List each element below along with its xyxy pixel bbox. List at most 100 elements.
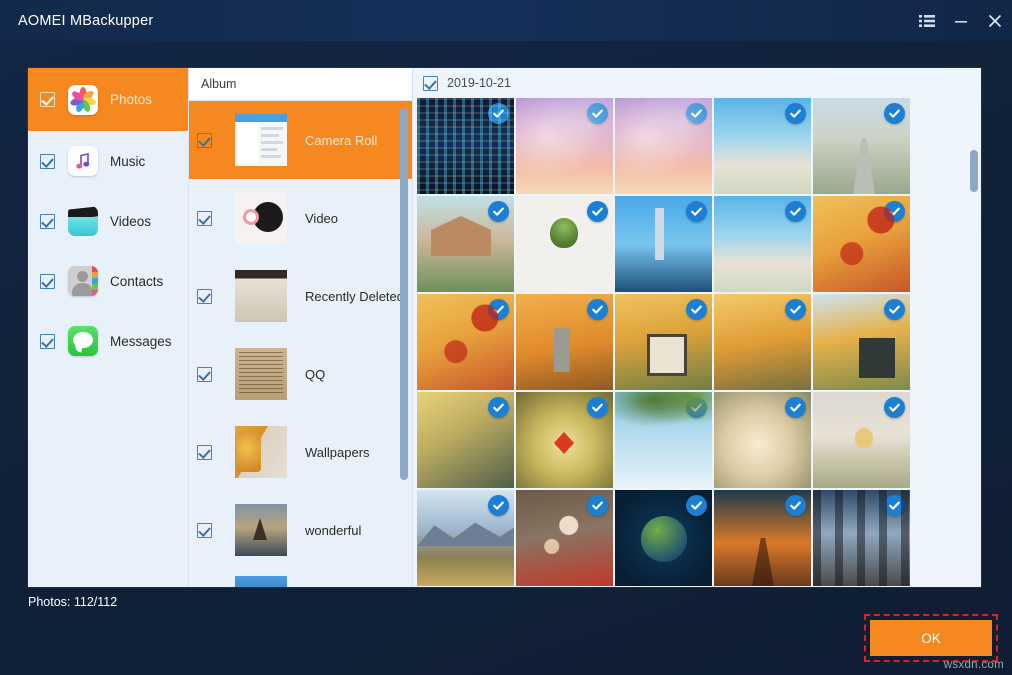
photo-thumbnail[interactable] [813,392,910,488]
sidebar-item-photos[interactable]: Photos [28,68,188,131]
photo-selected-check-icon[interactable] [488,495,509,516]
photo-selected-check-icon[interactable] [686,103,707,124]
photo-selected-check-icon[interactable] [587,103,608,124]
photo-thumbnail[interactable] [417,490,514,586]
album-thumbnail [235,192,287,244]
photo-thumbnail[interactable] [813,294,910,390]
photo-selected-check-icon[interactable] [488,299,509,320]
photo-selected-check-icon[interactable] [785,103,806,124]
photo-selected-check-icon[interactable] [587,299,608,320]
music-note-icon [76,152,90,170]
photo-selected-check-icon[interactable] [884,103,905,124]
photo-thumbnail[interactable] [516,392,613,488]
photo-selected-check-icon[interactable] [785,397,806,418]
photo-selected-check-icon[interactable] [587,495,608,516]
photo-thumbnail[interactable] [714,392,811,488]
sidebar-item-messages[interactable]: Messages [28,311,188,371]
date-group-label: 2019-10-21 [447,76,511,90]
photo-thumbnail[interactable] [417,98,514,194]
photo-thumbnail[interactable] [516,98,613,194]
album-thumbnail [235,270,287,322]
photo-thumbnail[interactable] [516,196,613,292]
photo-selected-check-icon[interactable] [884,495,905,516]
date-group-checkbox[interactable] [423,76,438,91]
sidebar-item-label: Music [110,154,145,169]
album-item-camera-roll[interactable]: Camera Roll [189,101,412,179]
photo-thumbnail[interactable] [615,294,712,390]
album-panel-header: Album [189,68,412,101]
album-item-wallpapers[interactable]: Wallpapers [189,413,412,491]
photo-selected-check-icon[interactable] [488,201,509,222]
photo-thumbnail[interactable] [714,294,811,390]
photo-thumbnail[interactable] [615,98,712,194]
photo-selected-check-icon[interactable] [488,397,509,418]
photo-thumbnail[interactable] [714,490,811,586]
album-label: Video [305,211,338,226]
messages-checkbox[interactable] [40,334,55,349]
photo-thumbnail[interactable] [417,392,514,488]
album-checkbox[interactable] [197,211,212,226]
photo-thumbnail[interactable] [714,98,811,194]
album-item-wonderful[interactable]: wonderful [189,491,412,569]
photo-selected-check-icon[interactable] [686,299,707,320]
album-item-recently-deleted[interactable]: Recently Deleted [189,257,412,335]
sidebar-item-label: Messages [110,334,172,349]
app-title: AOMEI MBackupper [18,13,153,29]
sidebar-item-music[interactable]: Music [28,131,188,191]
album-scrollbar[interactable] [400,70,408,585]
sidebar-item-videos[interactable]: Videos [28,191,188,251]
photo-selected-check-icon[interactable] [884,201,905,222]
photo-thumbnail[interactable] [417,294,514,390]
menu-button[interactable] [910,0,944,41]
album-checkbox[interactable] [197,289,212,304]
window-controls [910,0,1012,41]
photo-selected-check-icon[interactable] [785,299,806,320]
photo-selected-check-icon[interactable] [884,299,905,320]
photo-thumbnail[interactable] [813,196,910,292]
photo-selected-check-icon[interactable] [587,397,608,418]
photo-selected-check-icon[interactable] [488,103,509,124]
contacts-checkbox[interactable] [40,274,55,289]
ok-button[interactable]: OK [870,620,992,656]
album-checkbox[interactable] [197,445,212,460]
date-group-header[interactable]: 2019-10-21 [413,68,981,98]
album-checkbox[interactable] [197,133,212,148]
sidebar-item-label: Videos [110,214,151,229]
photo-thumbnail[interactable] [714,196,811,292]
photo-grid [417,98,969,587]
photo-thumbnail[interactable] [615,196,712,292]
album-checkbox[interactable] [197,367,212,382]
photo-thumbnail[interactable] [516,490,613,586]
album-item-next-partial[interactable] [189,569,412,587]
photo-selected-check-icon[interactable] [587,201,608,222]
photo-selected-check-icon[interactable] [785,495,806,516]
album-item-qq[interactable]: QQ [189,335,412,413]
photo-selected-check-icon[interactable] [686,397,707,418]
music-checkbox[interactable] [40,154,55,169]
photo-thumbnail[interactable] [813,98,910,194]
album-checkbox[interactable] [197,523,212,538]
photo-thumbnail[interactable] [417,196,514,292]
album-item-video[interactable]: Video [189,179,412,257]
sidebar-item-label: Photos [110,92,152,107]
photo-selected-check-icon[interactable] [686,201,707,222]
photo-selected-check-icon[interactable] [686,495,707,516]
messages-icon [68,326,98,356]
photo-scrollbar[interactable] [970,70,978,585]
sidebar-item-label: Contacts [110,274,163,289]
photo-selected-check-icon[interactable] [785,201,806,222]
photo-thumbnail[interactable] [615,490,712,586]
content-area: Photos Music Videos [28,68,981,587]
videos-checkbox[interactable] [40,214,55,229]
videos-icon [68,206,98,236]
photo-scrollbar-thumb[interactable] [970,150,978,192]
photo-thumbnail[interactable] [516,294,613,390]
photo-thumbnail[interactable] [813,490,910,586]
photo-selected-check-icon[interactable] [884,397,905,418]
photo-thumbnail[interactable] [615,392,712,488]
album-scrollbar-thumb[interactable] [400,108,408,480]
photos-checkbox[interactable] [40,92,55,107]
close-button[interactable] [978,0,1012,41]
sidebar-item-contacts[interactable]: Contacts [28,251,188,311]
minimize-button[interactable] [944,0,978,41]
